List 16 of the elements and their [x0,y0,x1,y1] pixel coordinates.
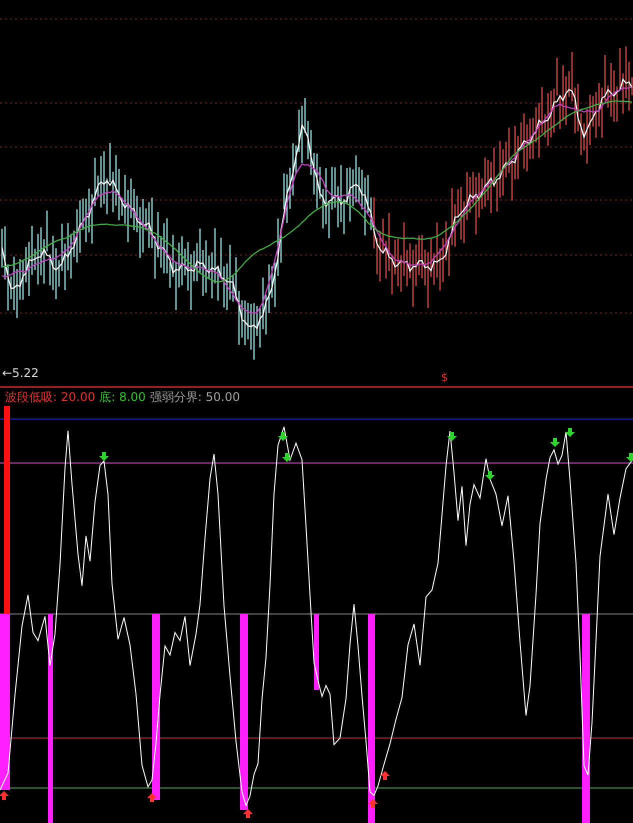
signal-mark: $ [441,372,448,384]
up-arrow-icon [368,799,378,808]
down-arrow-icon [447,432,457,441]
legend-item: 波段低吸: 20.00 [5,389,96,406]
down-arrow-icon [626,453,633,462]
down-arrow-icon [99,452,109,461]
low-price-label: ←5.22 [2,366,39,380]
up-arrow-icon [243,809,253,818]
down-arrow-icon [278,432,288,441]
legend-item: 强弱分界: 50.00 [150,389,240,406]
up-arrow-icon [0,791,9,800]
legend-item: 底: 8.00 [99,389,146,406]
down-arrow-icon [485,471,495,480]
up-arrow-icon [380,771,390,780]
up-arrow-icon [147,793,157,802]
down-arrow-icon [282,453,292,462]
